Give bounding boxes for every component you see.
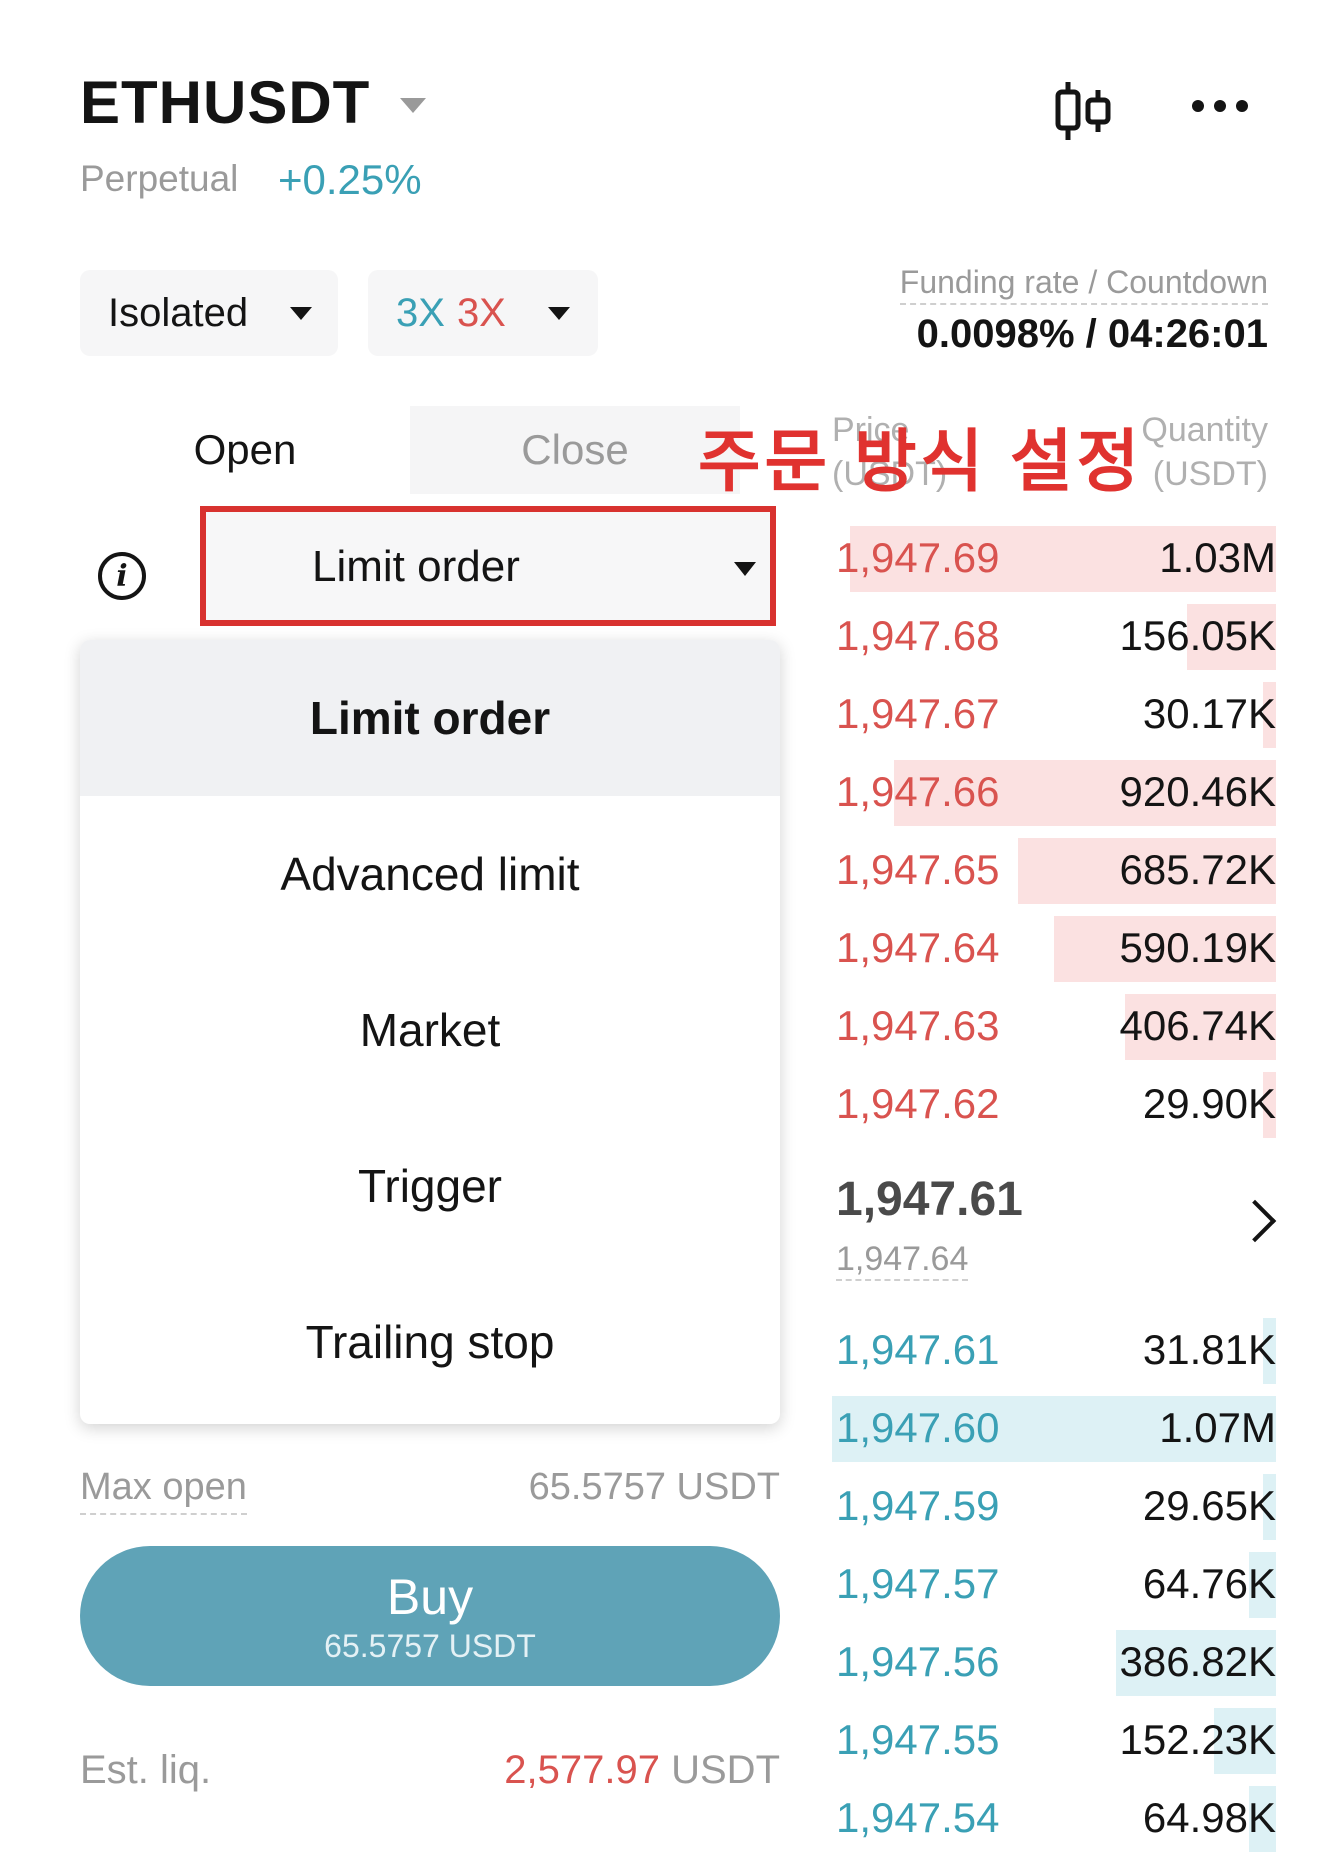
ask-price: 1,947.63 [836,1002,1000,1049]
tab-open[interactable]: Open [80,406,410,494]
ask-qty: 590.19K [1119,924,1276,971]
bid-price: 1,947.54 [836,1794,1000,1841]
leverage-long: 3X [396,290,445,335]
est-liq-label: Est. liq. [80,1748,212,1792]
leverage-select[interactable]: 3X 3X [368,270,598,356]
ask-qty: 156.05K [1119,612,1276,659]
funding-rate-value: 0.0098% / 04:26:01 [916,312,1268,356]
caret-down-icon[interactable] [400,98,426,113]
menu-item-market[interactable]: Market [80,952,780,1108]
bid-qty: 29.65K [1142,1482,1276,1529]
bid-row[interactable]: 1,947.55 152.23K [832,1702,1276,1780]
bid-row[interactable]: 1,947.56 386.82K [832,1624,1276,1702]
bid-price: 1,947.57 [836,1560,1000,1607]
menu-item-advanced-limit[interactable]: Advanced limit [80,796,780,952]
margin-mode-select[interactable]: Isolated [80,270,338,356]
bid-price: 1,947.59 [836,1482,1000,1529]
ask-price: 1,947.65 [836,846,1000,893]
bid-row[interactable]: 1,947.54 64.98K [832,1780,1276,1858]
margin-mode-label: Isolated [108,290,249,335]
buy-button-amount: 65.5757 USDT [324,1627,536,1664]
more-icon[interactable] [1192,100,1248,112]
ask-price: 1,947.64 [836,924,1000,971]
est-liq-value: 2,577.97 [504,1748,660,1792]
ask-qty: 685.72K [1119,846,1276,893]
chevron-right-icon[interactable] [1233,1199,1277,1243]
dropdown-arrow-icon [290,307,312,320]
ask-qty: 920.46K [1119,768,1276,815]
ask-price: 1,947.62 [836,1080,1000,1127]
ask-row[interactable]: 1,947.69 1.03M [832,520,1276,598]
bid-qty: 1.07M [1159,1404,1276,1451]
dropdown-arrow-icon [734,562,756,576]
funding-rate-label[interactable]: Funding rate / Countdown [899,264,1268,305]
last-price: 1,947.61 [836,1173,1023,1226]
annotation-label: 주문 방식 설정 [698,424,1144,500]
tab-close[interactable]: Close [410,406,740,494]
symbol-title[interactable]: ETHUSDT [80,68,370,137]
ask-qty: 29.90K [1142,1080,1276,1127]
ask-qty: 30.17K [1142,690,1276,737]
bid-row[interactable]: 1,947.60 1.07M [832,1390,1276,1468]
price-change: +0.25% [278,156,422,203]
bid-qty: 31.81K [1142,1326,1276,1373]
ask-price: 1,947.66 [836,768,1000,815]
buy-button[interactable]: Buy 65.5757 USDT [80,1546,780,1686]
bid-price: 1,947.60 [836,1404,1000,1451]
order-type-dropdown: Limit order Advanced limit Market Trigge… [80,640,780,1424]
leverage-short: 3X [456,290,506,335]
order-type-value: Limit order [312,542,520,591]
info-icon[interactable]: i [98,552,146,600]
est-liq-value-wrap: 2,577.97 USDT [470,1748,780,1793]
bid-row[interactable]: 1,947.57 64.76K [832,1546,1276,1624]
bid-qty: 64.98K [1142,1794,1276,1841]
bid-qty: 386.82K [1119,1638,1276,1685]
open-close-tabs: Open Close [80,406,740,494]
bid-qty: 64.76K [1142,1560,1276,1607]
ask-row[interactable]: 1,947.64 590.19K [832,910,1276,988]
menu-item-trailing-stop[interactable]: Trailing stop [80,1264,780,1420]
ask-row[interactable]: 1,947.63 406.74K [832,988,1276,1066]
ask-price: 1,947.69 [836,534,1000,581]
ask-row[interactable]: 1,947.67 30.17K [832,676,1276,754]
qty-header-line1: Quantity [1141,411,1268,449]
dropdown-arrow-icon [548,307,570,320]
buy-button-label: Buy [386,1568,474,1625]
bid-price: 1,947.55 [836,1716,1000,1763]
bid-price: 1,947.61 [836,1326,1000,1373]
menu-item-trigger[interactable]: Trigger [80,1108,780,1264]
orderbook-qty-header: Quantity (USDT) [1141,408,1268,496]
bid-row[interactable]: 1,947.59 29.65K [832,1468,1276,1546]
ask-row[interactable]: 1,947.65 685.72K [832,832,1276,910]
ask-row[interactable]: 1,947.62 29.90K [832,1066,1276,1144]
ask-qty: 406.74K [1119,1002,1276,1049]
ask-row[interactable]: 1,947.66 920.46K [832,754,1276,832]
mark-price[interactable]: 1,947.64 [836,1240,969,1281]
chart-toggle-icon[interactable] [1050,78,1116,144]
contract-type: Perpetual [80,158,239,199]
qty-header-line2: (USDT) [1152,455,1268,493]
ask-price: 1,947.68 [836,612,1000,659]
ask-price: 1,947.67 [836,690,1000,737]
ask-qty: 1.03M [1159,534,1276,581]
max-open-value: 65.5757 USDT [528,1466,780,1508]
bid-qty: 152.23K [1119,1716,1276,1763]
menu-item-limit-order[interactable]: Limit order [80,640,780,796]
est-liq-unit: USDT [671,1748,780,1792]
order-type-select[interactable]: Limit order [200,506,776,626]
bid-row[interactable]: 1,947.61 31.81K [832,1312,1276,1390]
ask-row[interactable]: 1,947.68 156.05K [832,598,1276,676]
max-open-label[interactable]: Max open [80,1466,247,1515]
bid-price: 1,947.56 [836,1638,1000,1685]
